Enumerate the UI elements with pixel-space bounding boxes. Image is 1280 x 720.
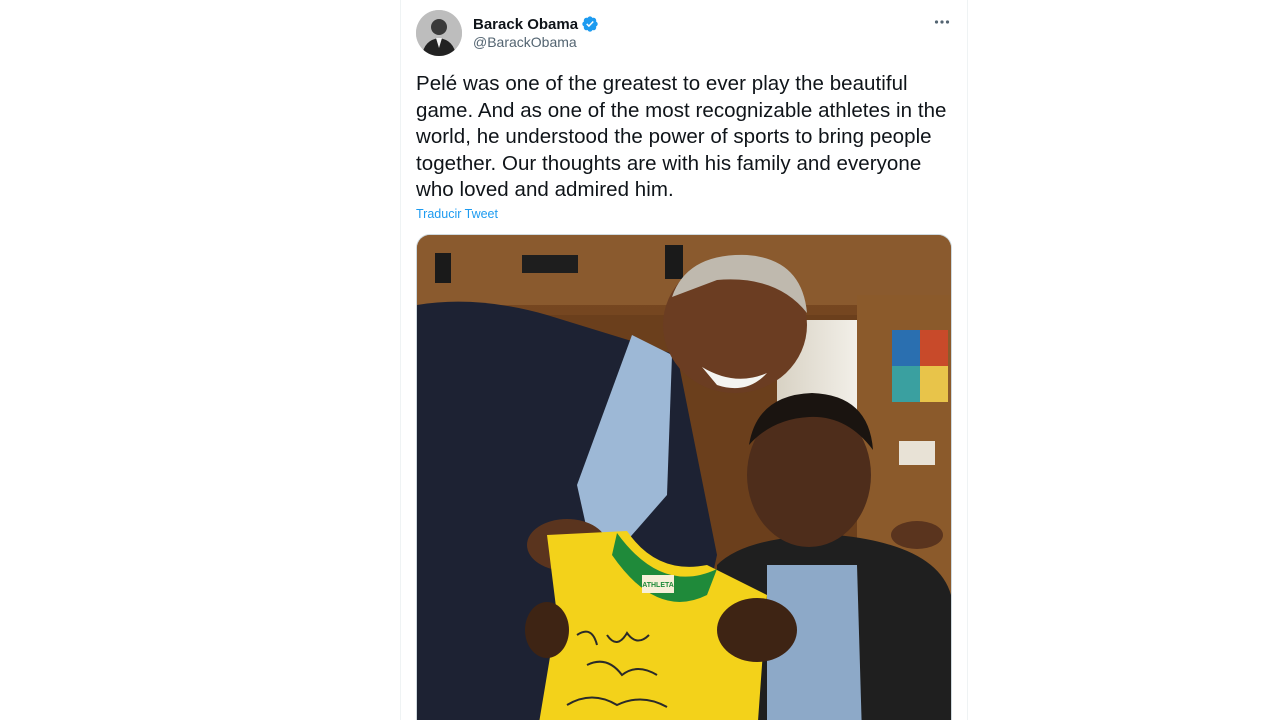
verified-badge-icon (582, 16, 598, 32)
author-display-name[interactable]: Barack Obama (473, 16, 578, 33)
tweet-text: Pelé was one of the greatest to ever pla… (416, 72, 947, 201)
translate-tweet-link[interactable]: Traducir Tweet (416, 207, 498, 221)
page: Barack Obama @BarackObama Pelé was one o… (0, 0, 1280, 720)
more-options-icon (934, 20, 950, 24)
tweet-photo[interactable]: ATHLETA (416, 234, 952, 720)
author-avatar[interactable] (416, 10, 462, 56)
author-handle[interactable]: @BarackObama (473, 34, 577, 50)
jersey-brand-label: ATHLETA (642, 582, 674, 589)
tweet-photo-image: ATHLETA (417, 235, 951, 720)
author-name-row: Barack Obama (473, 14, 599, 34)
more-options-button[interactable] (928, 10, 956, 34)
avatar-photo-icon (416, 10, 462, 56)
